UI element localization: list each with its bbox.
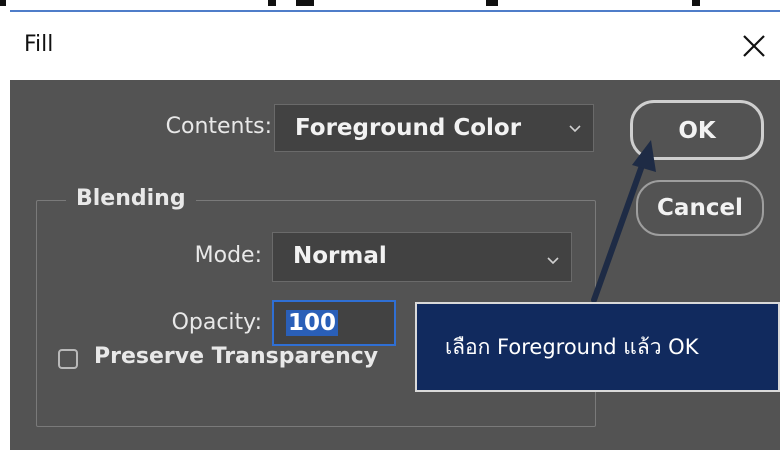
background-mark — [0, 0, 6, 6]
opacity-value: 100 — [286, 310, 339, 336]
title-bar[interactable]: Fill — [10, 10, 780, 80]
background-mark — [268, 0, 276, 6]
chevron-down-icon — [547, 257, 559, 265]
ok-button[interactable]: OK — [630, 100, 764, 160]
mode-selected-value: Normal — [293, 243, 387, 269]
preserve-transparency-label[interactable]: Preserve Transparency — [94, 344, 378, 369]
close-icon — [743, 35, 765, 57]
mode-select[interactable]: Normal — [272, 232, 572, 282]
contents-selected-value: Foreground Color — [295, 115, 522, 141]
background-mark — [692, 0, 700, 6]
preserve-transparency-checkbox[interactable] — [58, 349, 78, 369]
background-mark — [296, 0, 314, 6]
opacity-label: Opacity: — [171, 310, 262, 335]
annotation-callout: เลือก Foreground แล้ว OK — [415, 302, 780, 392]
chevron-down-icon — [569, 125, 581, 133]
cancel-button[interactable]: Cancel — [636, 180, 764, 236]
blending-legend: Blending — [66, 186, 196, 211]
background-strip — [0, 0, 780, 10]
contents-label: Contents: — [165, 114, 272, 139]
contents-select[interactable]: Foreground Color — [274, 104, 594, 152]
background-mark — [486, 0, 498, 6]
mode-label: Mode: — [194, 243, 262, 268]
opacity-input[interactable]: 100 — [272, 300, 396, 346]
close-button[interactable] — [734, 26, 774, 66]
fill-dialog-body: Contents: Foreground Color Blending Mode… — [10, 80, 780, 450]
dialog-title: Fill — [24, 32, 54, 57]
